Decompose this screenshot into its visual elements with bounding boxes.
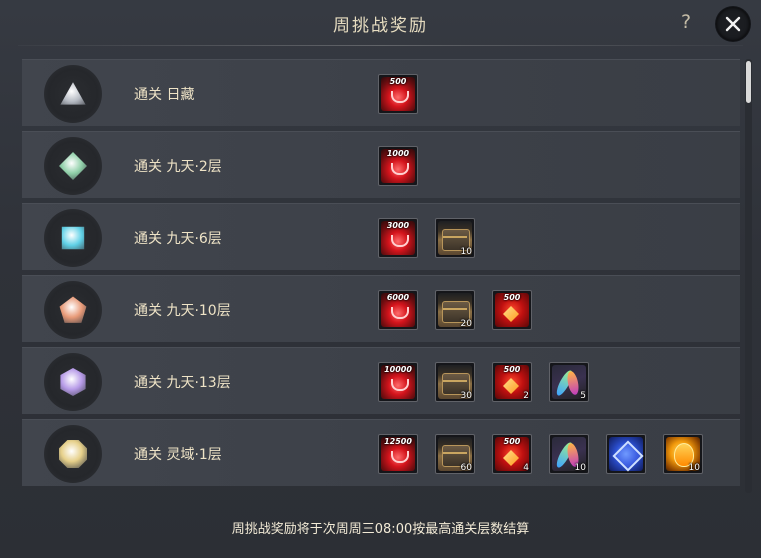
tier-emblem-frame	[44, 425, 102, 483]
feather-reward-item[interactable]: 10	[549, 434, 589, 474]
item-count: 30	[460, 391, 472, 401]
tier-label: 通关 九天·13层	[134, 375, 231, 391]
weekly-challenge-reward-panel: 周挑战奖励 ? 通关 日藏 500 通关 九天·2层 1000 通关 九天·6层 3000…	[0, 0, 761, 558]
coin-reward-item[interactable]: 10000	[378, 362, 418, 402]
coin-reward-item[interactable]: 3000	[378, 218, 418, 258]
reward-row: 通关 九天·10层 6000 20 500	[22, 275, 740, 342]
tier-emblem-frame	[44, 209, 102, 267]
item-value: 500	[503, 365, 521, 374]
tier-emblem-frame	[44, 353, 102, 411]
item-value: 3000	[386, 221, 410, 230]
chest-reward-item[interactable]: 30	[435, 362, 475, 402]
item-value: 1000	[386, 149, 410, 158]
item-count: 60	[460, 463, 472, 473]
scroll-thumb[interactable]	[746, 61, 751, 103]
tier-label: 通关 九天·10层	[134, 303, 231, 319]
item-count: 10	[460, 247, 472, 257]
item-count: 10	[574, 463, 586, 473]
tier-label: 通关 日藏	[134, 87, 195, 103]
coin-reward-item[interactable]: 500	[378, 74, 418, 114]
tier-emblem-frame	[44, 65, 102, 123]
coin-reward-item[interactable]: 6000	[378, 290, 418, 330]
help-button[interactable]: ?	[674, 10, 698, 34]
tier-emblem-frame	[44, 137, 102, 195]
item-value: 6000	[386, 293, 410, 302]
green-diamond-emblem	[59, 152, 87, 180]
item-count: 2	[523, 391, 529, 401]
item-count: 10	[688, 463, 700, 473]
cyan-square-emblem	[61, 226, 85, 250]
item-count: 20	[460, 319, 472, 329]
window-title: 周挑战奖励	[333, 16, 428, 36]
coin-reward-item[interactable]: 12500	[378, 434, 418, 474]
red-reward-item[interactable]: 500	[492, 290, 532, 330]
cube-icon	[609, 437, 643, 471]
help-icon: ?	[680, 11, 692, 33]
tier-label: 通关 九天·2层	[134, 159, 222, 175]
item-value: 500	[503, 293, 521, 302]
tier-label: 通关 灵域·1层	[134, 447, 222, 463]
close-icon	[725, 16, 741, 32]
chest-reward-item[interactable]: 60	[435, 434, 475, 474]
tier-emblem-frame	[44, 281, 102, 339]
item-count: 4	[523, 463, 529, 473]
close-button[interactable]	[716, 7, 750, 41]
chest-reward-item[interactable]: 20	[435, 290, 475, 330]
tier-label: 通关 九天·6层	[134, 231, 222, 247]
item-value: 500	[503, 437, 521, 446]
gold-octagon-emblem	[59, 440, 87, 468]
reward-row: 通关 九天·6层 3000 10	[22, 203, 740, 270]
purple-hexagon-emblem	[60, 368, 86, 396]
reward-row: 通关 日藏 500	[22, 59, 740, 126]
red-reward-item[interactable]: 500 4	[492, 434, 532, 474]
title-divider	[18, 45, 743, 46]
chest-reward-item[interactable]: 10	[435, 218, 475, 258]
title-bar: 周挑战奖励 ?	[0, 0, 761, 46]
gem-reward-item[interactable]: 10	[663, 434, 703, 474]
reward-row: 通关 九天·2层 1000	[22, 131, 740, 198]
item-value: 12500	[384, 437, 412, 446]
red-reward-item[interactable]: 500 2	[492, 362, 532, 402]
orange-pentagon-emblem	[59, 296, 87, 323]
item-count: 5	[580, 391, 586, 401]
scrollbar[interactable]	[745, 59, 752, 493]
reward-row: 通关 灵域·1层 12500 60 500 4 10 10	[22, 419, 740, 486]
grey-triangle-emblem	[60, 82, 86, 105]
settlement-note: 周挑战奖励将于次周周三08:00按最高通关层数结算	[231, 522, 530, 537]
item-value: 500	[389, 77, 407, 86]
cube-reward-item[interactable]	[606, 434, 646, 474]
item-value: 10000	[384, 365, 412, 374]
reward-row: 通关 九天·13层 10000 30 500 2 5	[22, 347, 740, 414]
feather-reward-item[interactable]: 5	[549, 362, 589, 402]
reward-list[interactable]: 通关 日藏 500 通关 九天·2层 1000 通关 九天·6层 3000 10 通关 九天·…	[22, 59, 740, 493]
coin-reward-item[interactable]: 1000	[378, 146, 418, 186]
